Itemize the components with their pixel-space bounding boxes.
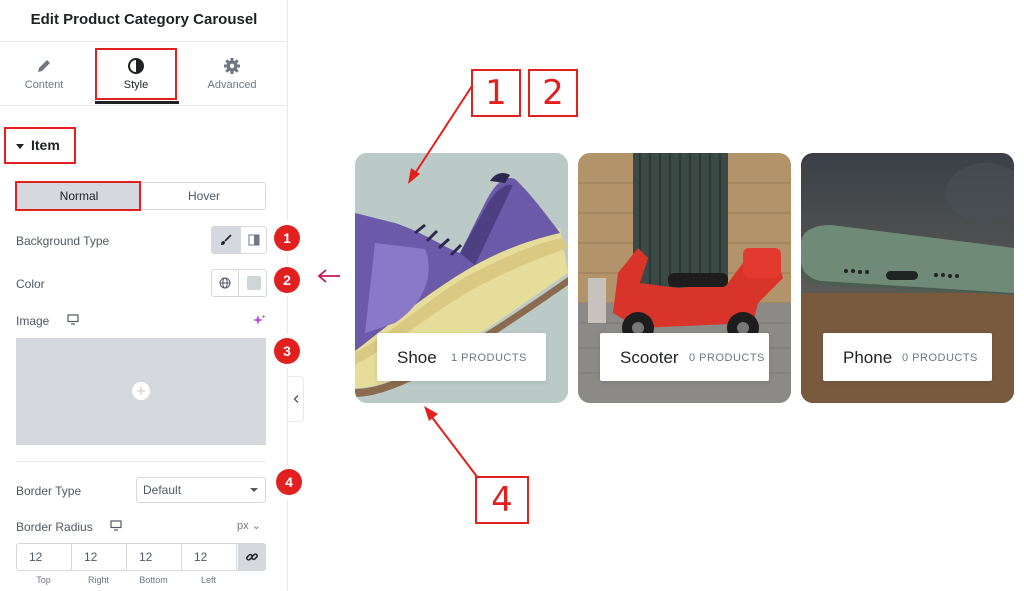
pencil-icon [38, 60, 50, 72]
tab-content-label: Content [24, 79, 64, 91]
brush-icon [221, 234, 232, 245]
border-type-value: Default [143, 483, 182, 497]
annotation-marker-3: 3 [270, 334, 304, 368]
color-control [211, 269, 267, 297]
annotation-marker-1: 1 [270, 221, 304, 255]
section-title: Item [31, 137, 60, 153]
radius-right-input[interactable]: 12 [72, 544, 127, 570]
unit-selector[interactable]: px ⌄ [237, 519, 261, 532]
background-type-label: Background Type [16, 234, 110, 248]
tab-style-label: Style [123, 79, 149, 91]
tab-content[interactable]: Content [0, 42, 88, 104]
image-label: Image [16, 314, 50, 328]
desktop-icon[interactable] [67, 314, 79, 325]
tab-style[interactable]: Style [95, 42, 177, 104]
category-count: 0 PRODUCTS [902, 352, 978, 364]
carousel-item-phone[interactable]: Phone 0 PRODUCTS [801, 153, 1014, 403]
add-image-icon[interactable] [132, 382, 150, 400]
radius-left-input[interactable]: 12 [182, 544, 237, 570]
tab-advanced[interactable]: Advanced [188, 42, 276, 104]
radius-top-input[interactable]: 12 [17, 544, 72, 570]
color-label: Color [16, 277, 45, 291]
link-values-button[interactable] [238, 544, 266, 570]
radius-bottom-input[interactable]: 12 [127, 544, 182, 570]
state-tab-hover[interactable]: Hover [142, 183, 266, 209]
tab-advanced-label: Advanced [207, 79, 257, 91]
color-picker-swatch[interactable] [247, 276, 261, 290]
annotation-marker-2: 2 [270, 263, 304, 297]
border-type-label: Border Type [16, 484, 82, 498]
section-toggle-item[interactable]: Item [4, 127, 76, 164]
section-divider [16, 461, 266, 462]
radius-bottom-label: Bottom [139, 575, 168, 585]
chevron-down-icon [250, 488, 258, 492]
border-radius-inputs: 12 12 12 12 [16, 543, 266, 571]
background-type-choices [211, 226, 267, 254]
gradient-icon [248, 234, 260, 246]
radius-right-label: Right [87, 575, 109, 585]
radius-top-label: Top [36, 575, 51, 585]
category-name: Phone [843, 348, 893, 367]
category-label: Scooter 0 PRODUCTS [600, 333, 769, 381]
category-name: Scooter [620, 348, 679, 367]
editor-panel: Edit Product Category Carousel Content S… [0, 0, 288, 591]
carousel-item-scooter[interactable]: Scooter 0 PRODUCTS [578, 153, 791, 403]
state-tab-normal[interactable]: Normal [17, 183, 141, 209]
background-gradient-button[interactable] [240, 227, 266, 253]
link-icon [246, 553, 258, 561]
ai-sparkle-icon[interactable] [253, 314, 266, 327]
category-label: Phone 0 PRODUCTS [823, 333, 992, 381]
chevron-left-icon [293, 395, 298, 403]
desktop-icon[interactable] [110, 520, 122, 531]
annotation-arrows [317, 85, 479, 479]
half-circle-icon [128, 58, 144, 74]
panel-tabs: Content Style Advanced [0, 42, 288, 106]
border-radius-label: Border Radius [16, 520, 93, 534]
active-tab-indicator [95, 101, 179, 104]
panel-title: Edit Product Category Carousel [0, 0, 288, 42]
caret-down-icon [16, 143, 24, 149]
radius-left-label: Left [200, 575, 216, 585]
global-colors-button[interactable] [212, 270, 239, 296]
border-type-select[interactable]: Default [136, 477, 266, 503]
globe-icon [219, 277, 231, 289]
unit-value: px [237, 520, 249, 532]
gear-icon [224, 58, 240, 74]
background-classic-button[interactable] [212, 227, 240, 253]
image-upload-area[interactable] [16, 338, 266, 445]
category-count: 0 PRODUCTS [689, 352, 765, 364]
state-tabs: Normal Hover [16, 182, 266, 210]
chevron-down-icon: ⌄ [251, 520, 261, 532]
